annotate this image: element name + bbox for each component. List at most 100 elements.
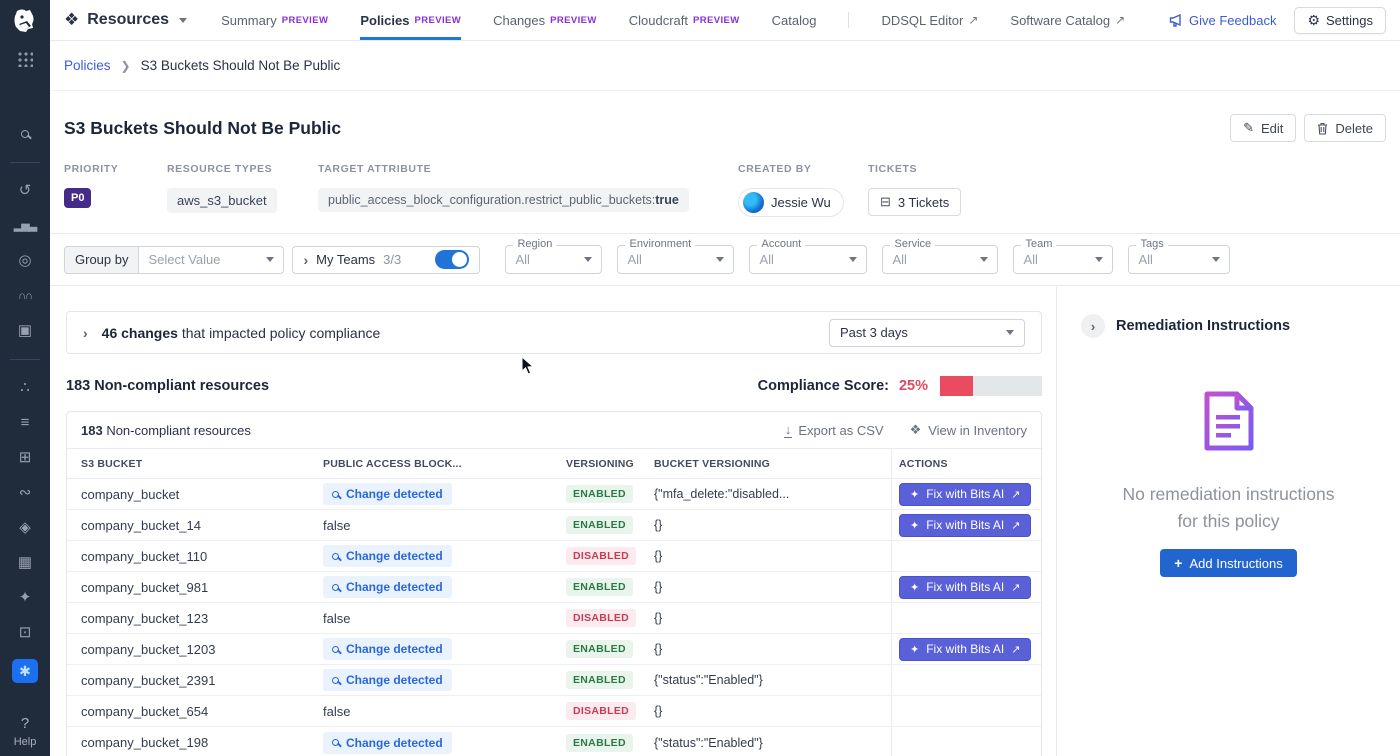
filter-service-select[interactable]: ServiceAll xyxy=(882,245,998,274)
tab-ddsql-editor[interactable]: DDSQL Editor↗ xyxy=(881,0,978,40)
sidebar-infrastructure-icon[interactable]: ▣ xyxy=(12,322,38,340)
magnifier-icon xyxy=(332,646,339,653)
change-detected-link[interactable]: Change detected xyxy=(323,483,452,505)
table-row[interactable]: company_bucket_14falseENABLED{}✦Fix with… xyxy=(67,510,1041,541)
sidebar-search-icon[interactable] xyxy=(12,125,38,143)
chevron-down-icon xyxy=(584,257,592,262)
view-in-inventory-button[interactable]: ❖ View in Inventory xyxy=(910,422,1027,438)
table-row[interactable]: company_bucketChange detectedENABLED{"mf… xyxy=(67,479,1041,510)
time-range-select[interactable]: Past 3 days xyxy=(829,319,1025,347)
settings-button[interactable]: ⚙ Settings xyxy=(1294,7,1386,34)
sidebar-integrations-icon[interactable]: ▦ xyxy=(12,554,38,572)
filter-label: Service xyxy=(890,238,935,250)
table-row[interactable]: company_bucket_123falseDISABLED{} xyxy=(67,603,1041,634)
tab-software-catalog[interactable]: Software Catalog↗ xyxy=(1010,0,1125,40)
bucket-versioning-value: {} xyxy=(654,549,891,563)
bucket-versioning-value: {"mfa_delete:"disabled... xyxy=(654,487,891,501)
tab-changes[interactable]: ChangesPREVIEW xyxy=(493,0,597,40)
breadcrumb-policies-link[interactable]: Policies xyxy=(64,58,111,73)
table-row[interactable]: company_bucket_2391Change detectedENABLE… xyxy=(67,665,1041,696)
sidebar-dashboards-icon[interactable]: ⊞ xyxy=(12,449,38,467)
filter-team-select[interactable]: TeamAll xyxy=(1013,245,1113,274)
my-teams-toggle[interactable] xyxy=(435,250,469,269)
policy-meta: PRIORITY P0 RESOURCE TYPES aws_s3_bucket… xyxy=(64,163,961,217)
change-detected-label: Change detected xyxy=(346,736,443,750)
sidebar-security-shield-icon[interactable]: ◈ xyxy=(12,519,38,537)
created-by-label: CREATED BY xyxy=(738,163,868,175)
preview-badge: PREVIEW xyxy=(414,15,461,26)
tab-catalog[interactable]: Catalog xyxy=(772,0,817,40)
group-by-control: Group by Select Value xyxy=(64,246,284,274)
tickets-button[interactable]: ⊟ 3 Tickets xyxy=(868,188,961,216)
change-detected-link[interactable]: Change detected xyxy=(323,638,452,660)
chevron-down-icon xyxy=(716,257,724,262)
change-detected-link[interactable]: Change detected xyxy=(323,545,452,567)
filter-bar: Group by Select Value › My Teams 3/3 Reg… xyxy=(50,233,1400,286)
tab-policies[interactable]: PoliciesPREVIEW xyxy=(360,0,461,40)
fix-with-bits-ai-button[interactable]: ✦Fix with Bits AI↗ xyxy=(899,576,1031,599)
sidebar-metrics-icon[interactable]: ▂▅▃ xyxy=(12,217,38,235)
change-detected-link[interactable]: Change detected xyxy=(323,576,452,598)
filter-region-select[interactable]: RegionAll xyxy=(505,245,602,274)
filter-tags-select[interactable]: TagsAll xyxy=(1128,245,1230,274)
remediation-empty-state: No remediation instructions for this pol… xyxy=(1057,338,1400,577)
change-detected-link[interactable]: Change detected xyxy=(323,669,452,691)
bucket-name: company_bucket_110 xyxy=(81,549,323,564)
sidebar-history-icon[interactable]: ↺ xyxy=(12,182,38,200)
sidebar-resources-active-icon[interactable]: ✱ xyxy=(12,659,38,683)
tickets-count: 3 Tickets xyxy=(898,195,949,210)
tab-cloudcraft[interactable]: CloudcraftPREVIEW xyxy=(629,0,740,40)
sidebar-synthetics-icon[interactable]: ∾ xyxy=(12,484,38,502)
table-column-headers: S3 BUCKETPUBLIC ACCESS BLOCK...VERSIONIN… xyxy=(67,449,1041,479)
expand-chevron-icon[interactable]: › xyxy=(83,325,88,341)
external-link-icon: ↗ xyxy=(1011,643,1020,656)
sparkle-icon: ✦ xyxy=(910,519,919,532)
created-by-user[interactable]: Jessie Wu xyxy=(738,188,844,217)
compliance-score-bar xyxy=(940,376,1042,396)
table-row[interactable]: company_bucket_654falseDISABLED{} xyxy=(67,696,1041,727)
my-teams-filter[interactable]: › My Teams 3/3 xyxy=(292,246,480,274)
filter-account-select[interactable]: AccountAll xyxy=(749,245,867,274)
sidebar-apm-binoculars-icon[interactable]: ∩∩ xyxy=(12,287,38,305)
summary-row: 183 Non-compliant resources Compliance S… xyxy=(66,376,1042,396)
chevron-down-icon xyxy=(266,257,274,262)
sidebar-logs-filter-icon[interactable]: ≡ xyxy=(12,414,38,432)
export-csv-label: Export as CSV xyxy=(798,423,883,438)
public-access-value: false xyxy=(323,611,566,626)
chevron-right-icon: › xyxy=(303,252,308,268)
filter-environment-select[interactable]: EnvironmentAll xyxy=(617,245,734,274)
column-header: PUBLIC ACCESS BLOCK... xyxy=(323,458,566,470)
sidebar-watchdog-icon[interactable]: ◎ xyxy=(12,252,38,270)
table-row[interactable]: company_bucket_198Change detectedENABLED… xyxy=(67,727,1041,756)
apps-grid-icon[interactable] xyxy=(18,52,33,67)
fix-with-bits-ai-button[interactable]: ✦Fix with Bits AI↗ xyxy=(899,514,1031,537)
help-button[interactable]: ? Help xyxy=(0,715,50,748)
tab-summary[interactable]: SummaryPREVIEW xyxy=(221,0,328,40)
tab-label: Cloudcraft xyxy=(629,13,688,28)
collapse-chevron-icon[interactable]: › xyxy=(1081,314,1105,338)
app-switcher[interactable]: ❖ Resources xyxy=(50,10,187,30)
filter-label: Region xyxy=(513,238,556,250)
sidebar-bits-ai-sparkle-icon[interactable]: ✦ xyxy=(12,589,38,607)
table-row[interactable]: company_bucket_110Change detectedDISABLE… xyxy=(67,541,1041,572)
change-detected-link[interactable]: Change detected xyxy=(323,732,452,754)
table-row[interactable]: company_bucket_981Change detectedENABLED… xyxy=(67,572,1041,603)
export-csv-button[interactable]: ↓ Export as CSV xyxy=(785,423,884,438)
add-instructions-button[interactable]: + Add Instructions xyxy=(1160,549,1296,577)
preview-badge: PREVIEW xyxy=(550,15,597,26)
avatar xyxy=(743,192,764,213)
ticket-icon: ⊟ xyxy=(880,194,891,210)
public-access-value: false xyxy=(323,704,566,719)
give-feedback-button[interactable]: Give Feedback xyxy=(1169,13,1276,28)
fix-with-bits-ai-button[interactable]: ✦Fix with Bits AI↗ xyxy=(899,638,1031,661)
fix-with-bits-ai-button[interactable]: ✦Fix with Bits AI↗ xyxy=(899,483,1031,506)
group-by-select[interactable]: Select Value xyxy=(138,246,284,274)
sidebar-workflows-icon[interactable]: ⊡ xyxy=(12,624,38,642)
datadog-logo-icon[interactable] xyxy=(9,6,41,38)
sidebar-service-map-icon[interactable]: ∴ xyxy=(12,379,38,397)
table-row[interactable]: company_bucket_1203Change detectedENABLE… xyxy=(67,634,1041,665)
help-icon: ? xyxy=(0,715,50,732)
filter-value: All xyxy=(1138,252,1152,267)
delete-button[interactable]: Delete xyxy=(1304,114,1386,142)
edit-button[interactable]: ✎ Edit xyxy=(1230,114,1296,142)
